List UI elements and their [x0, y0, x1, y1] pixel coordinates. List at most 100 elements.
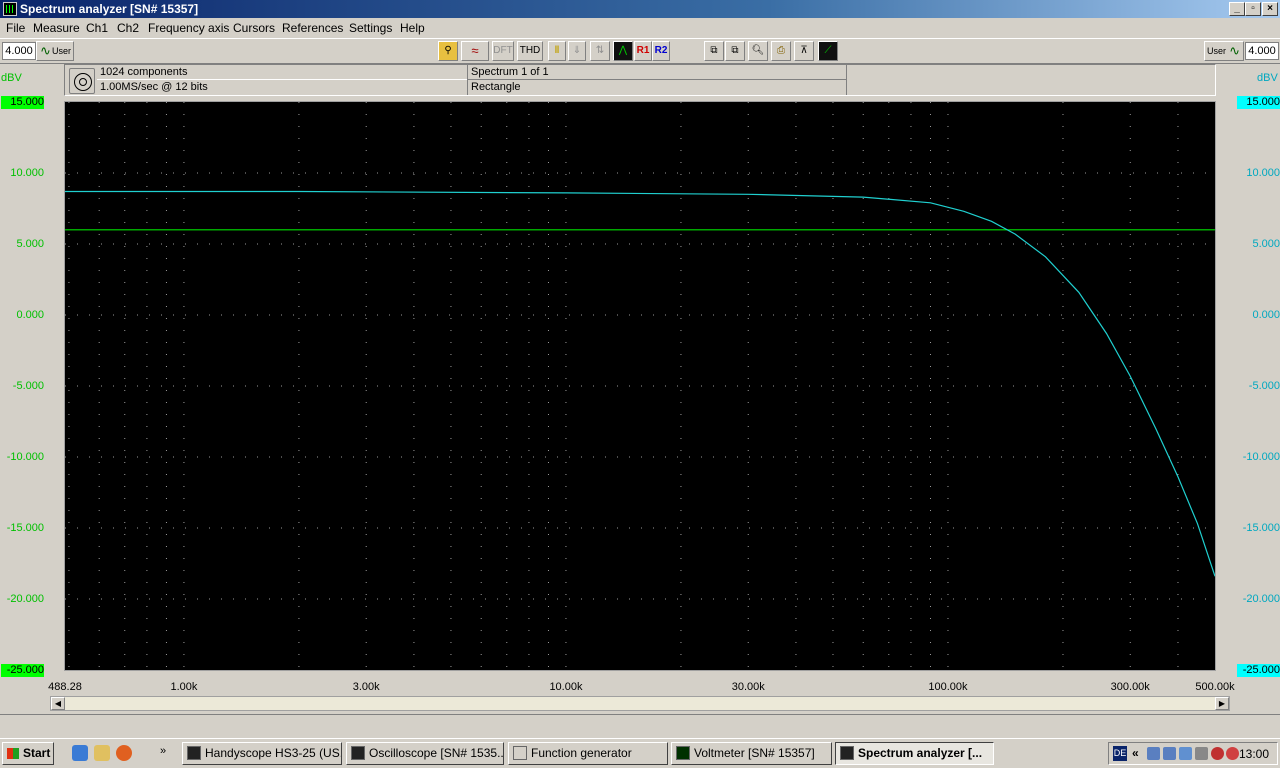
- paste-settings-icon[interactable]: ⧉: [725, 41, 745, 61]
- window-function-info: Rectangle: [467, 80, 847, 95]
- target-icon[interactable]: [69, 68, 95, 94]
- antivirus-icon[interactable]: [1211, 747, 1224, 760]
- security-icon[interactable]: [1226, 747, 1239, 760]
- y-tick-label-left: -20.000: [6, 593, 44, 605]
- display-settings-icon[interactable]: ⟋: [818, 41, 838, 61]
- ch2-range-value[interactable]: 4.000: [1245, 42, 1279, 60]
- task-function-generator[interactable]: Function generator: [508, 742, 668, 765]
- thd-button[interactable]: THD: [517, 41, 543, 61]
- right-axis-unit: dBV: [1257, 72, 1278, 84]
- task-label: Spectrum analyzer [...: [858, 746, 983, 760]
- x-tick-label: 10.00k: [549, 681, 583, 693]
- print-icon[interactable]: ⎙: [771, 41, 791, 61]
- minimize-icon[interactable]: _: [1229, 2, 1245, 16]
- oscilloscope-icon: [351, 746, 365, 760]
- menu-references[interactable]: References: [282, 21, 343, 35]
- firefox-icon[interactable]: [116, 745, 132, 761]
- task-handyscope[interactable]: Handyscope HS3-25 (US...: [182, 742, 342, 765]
- restore-icon[interactable]: ▫: [1245, 2, 1261, 16]
- series-line-2: [65, 190, 1216, 577]
- menu-ch1[interactable]: Ch1: [86, 21, 108, 35]
- task-spectrum-analyzer[interactable]: Spectrum analyzer [...: [835, 742, 994, 765]
- bluetooth-icon[interactable]: [1179, 747, 1192, 760]
- r2-button[interactable]: R2: [652, 41, 670, 61]
- spectrum-analyzer-icon: [840, 746, 854, 760]
- menu-frequency-axis[interactable]: Frequency axis: [148, 21, 229, 35]
- taskbar: Start » Handyscope HS3-25 (US... Oscillo…: [0, 738, 1280, 768]
- spectrum-chart: [65, 102, 1216, 670]
- spectrum-analyzer-window: Spectrum analyzer [SN# 15357] _ ▫ × File…: [0, 0, 1280, 768]
- handyscope-icon: [187, 746, 201, 760]
- window-title: Spectrum analyzer [SN# 15357]: [20, 2, 199, 16]
- start-button[interactable]: Start: [2, 742, 54, 765]
- left-axis-unit: dBV: [1, 72, 22, 84]
- internet-explorer-icon[interactable]: [72, 745, 88, 761]
- x-tick-label: 30.00k: [731, 681, 765, 693]
- y-tick-label-right: -10.000: [1242, 451, 1280, 463]
- spectrum-display-icon[interactable]: ⋀: [613, 41, 633, 61]
- trigger-button[interactable]: ⚲: [438, 41, 458, 61]
- ch1-range-value[interactable]: 4.000: [2, 42, 36, 60]
- y-tick-label-right: -20.000: [1242, 593, 1280, 605]
- x-tick-label: 488.28: [48, 681, 82, 693]
- ch2-auto-range-button[interactable]: User ∿: [1204, 41, 1244, 61]
- pause-icon[interactable]: ‖: [548, 41, 566, 61]
- usb-icon[interactable]: [1195, 747, 1208, 760]
- scroll-left-icon[interactable]: ◀: [51, 697, 65, 710]
- y-tick-label-right: 5.000: [1252, 238, 1280, 250]
- task-label: Oscilloscope [SN# 1535...: [369, 746, 504, 760]
- x-tick-label: 1.00k: [170, 681, 198, 693]
- network-icon[interactable]: [1163, 747, 1176, 760]
- y-tick-label-right: -15.000: [1242, 522, 1280, 534]
- network-icon[interactable]: [1147, 747, 1160, 760]
- toolbar: 4.000 ∿ User ⚲ ≈ DFT THD ‖ ⇓ ⇅ ⋀ R1 R2 ⧉ …: [0, 38, 1280, 64]
- horizontal-scrollbar[interactable]: ◀ ▶: [50, 696, 1230, 711]
- spectrum-app-icon[interactable]: [3, 2, 17, 16]
- components-info: 1024 components: [97, 65, 467, 80]
- menu-ch2[interactable]: Ch2: [117, 21, 139, 35]
- spectrum-plot[interactable]: [64, 101, 1216, 671]
- clock: 13:00: [1238, 747, 1269, 761]
- signal-view-button[interactable]: ≈: [461, 41, 489, 61]
- menu-cursors[interactable]: Cursors: [233, 21, 275, 35]
- language-indicator[interactable]: DE: [1113, 746, 1127, 761]
- x-tick-label: 300.00k: [1110, 681, 1150, 693]
- menu-settings[interactable]: Settings: [349, 21, 392, 35]
- scroll-right-icon[interactable]: ▶: [1215, 697, 1229, 710]
- waveform-icon: ≈: [471, 43, 479, 58]
- x-tick-label: 500.00k: [1195, 681, 1235, 693]
- x-tick-label: 3.00k: [352, 681, 380, 693]
- task-label: Voltmeter [SN# 15357]: [694, 746, 815, 760]
- y-tick-label-right: 15.000: [1237, 96, 1280, 109]
- reference-store-icon[interactable]: ⇅: [590, 41, 610, 61]
- close-icon[interactable]: ×: [1262, 2, 1278, 16]
- y-tick-label-left: 5.000: [16, 238, 44, 250]
- menu-measure[interactable]: Measure: [33, 21, 80, 35]
- copy-settings-icon[interactable]: ⧉: [704, 41, 724, 61]
- max-hold-icon[interactable]: ⊼: [794, 41, 814, 61]
- dft-button[interactable]: DFT: [492, 41, 514, 61]
- y-tick-label-left: -10.000: [6, 451, 44, 463]
- more-icon[interactable]: »: [160, 745, 166, 757]
- desktop-icon[interactable]: [94, 745, 110, 761]
- task-oscilloscope[interactable]: Oscilloscope [SN# 1535...: [346, 742, 504, 765]
- y-tick-label-left: 15.000: [1, 96, 44, 109]
- title-bar: Spectrum analyzer [SN# 15357] _ ▫ ×: [0, 0, 1280, 18]
- single-shot-icon[interactable]: ⇓: [568, 41, 586, 61]
- task-label: Function generator: [531, 746, 632, 760]
- tray-expand-icon[interactable]: «: [1132, 746, 1139, 760]
- y-tick-label-left: 0.000: [16, 309, 44, 321]
- y-tick-label-right: -5.000: [1248, 380, 1280, 392]
- ch1-auto-range-button[interactable]: ∿ User: [36, 41, 74, 61]
- menu-file[interactable]: File: [6, 21, 25, 35]
- menu-help[interactable]: Help: [400, 21, 425, 35]
- x-tick-label: 100.00k: [928, 681, 968, 693]
- zoom-icon[interactable]: 🔍︎: [748, 41, 768, 61]
- y-tick-label-right: 10.000: [1246, 167, 1280, 179]
- task-label: Handyscope HS3-25 (US...: [205, 746, 342, 760]
- r1-button[interactable]: R1: [634, 41, 652, 61]
- task-voltmeter[interactable]: Voltmeter [SN# 15357]: [671, 742, 832, 765]
- y-tick-label-left: -25.000: [1, 664, 44, 677]
- y-tick-label-left: 10.000: [10, 167, 44, 179]
- measurement-info-bar: 1024 components 1.00MS/sec @ 12 bits Spe…: [64, 64, 1216, 96]
